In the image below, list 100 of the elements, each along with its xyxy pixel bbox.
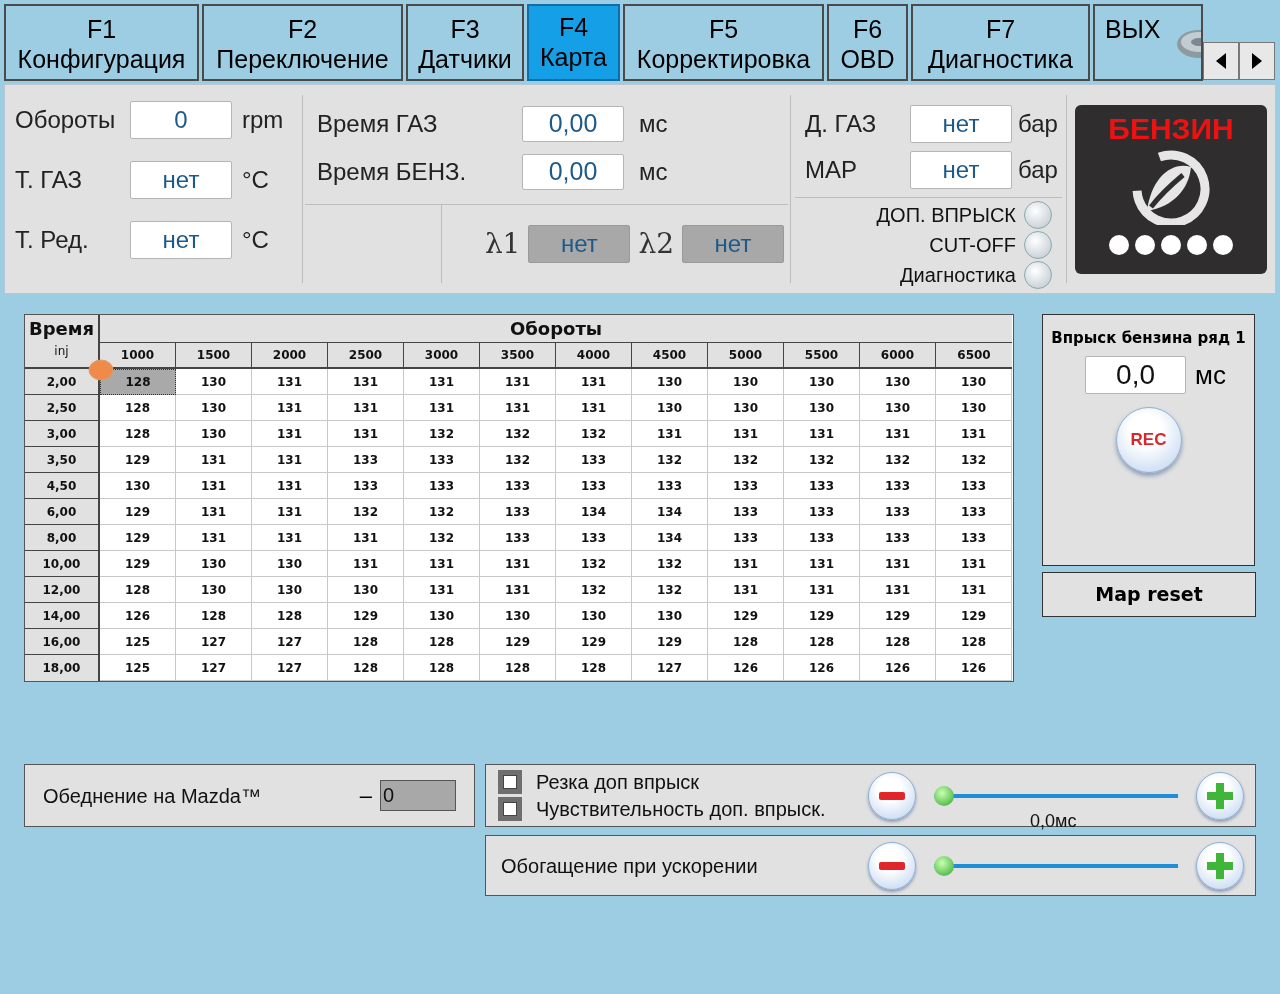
table-cell[interactable]: 133 (708, 525, 784, 551)
table-cell[interactable]: 131 (252, 473, 328, 499)
table-cell[interactable]: 130 (100, 473, 176, 499)
table-cell[interactable]: 131 (556, 369, 632, 395)
table-cell[interactable]: 131 (480, 551, 556, 577)
table-cell[interactable]: 133 (784, 473, 860, 499)
table-cell[interactable]: 130 (784, 369, 860, 395)
increase-button[interactable] (1196, 841, 1244, 890)
table-cell[interactable]: 131 (404, 395, 480, 421)
tab[interactable]: F7 Диагностика (911, 4, 1090, 81)
table-cell[interactable]: 131 (936, 577, 1012, 603)
table-cell[interactable]: 129 (556, 629, 632, 655)
table-cell[interactable]: 125 (100, 655, 176, 681)
table-cell[interactable]: 130 (176, 395, 252, 421)
table-cell[interactable]: 128 (404, 629, 480, 655)
table-cell[interactable]: 130 (404, 603, 480, 629)
table-cell[interactable]: 131 (328, 395, 404, 421)
table-cell[interactable]: 131 (252, 525, 328, 551)
table-cell[interactable]: 133 (860, 499, 936, 525)
table-cell[interactable]: 128 (784, 629, 860, 655)
table-cell[interactable]: 127 (252, 629, 328, 655)
tab[interactable]: F3 Датчики (406, 4, 524, 81)
table-cell[interactable]: 133 (708, 473, 784, 499)
tab[interactable]: F1 Конфигурация (4, 4, 199, 81)
table-cell[interactable]: 133 (480, 525, 556, 551)
table-cell[interactable]: 134 (556, 499, 632, 525)
table-cell[interactable]: 132 (708, 447, 784, 473)
table-cell[interactable]: 126 (860, 655, 936, 681)
table-cell[interactable]: 132 (328, 499, 404, 525)
table-cell[interactable]: 129 (708, 603, 784, 629)
table-cell[interactable]: 130 (632, 603, 708, 629)
table-cell[interactable]: 133 (480, 473, 556, 499)
table-cell[interactable]: 132 (404, 421, 480, 447)
table-cell[interactable]: 133 (556, 525, 632, 551)
table-cell[interactable]: 129 (860, 603, 936, 629)
table-cell[interactable]: 131 (708, 421, 784, 447)
tab[interactable]: F4 Карта (527, 4, 620, 81)
table-cell[interactable]: 128 (556, 655, 632, 681)
table-cell[interactable]: 130 (556, 603, 632, 629)
table-cell[interactable]: 130 (860, 369, 936, 395)
table-cell[interactable]: 126 (784, 655, 860, 681)
table-cell[interactable]: 131 (176, 525, 252, 551)
table-cell[interactable]: 130 (328, 577, 404, 603)
table-cell[interactable]: 131 (328, 551, 404, 577)
table-cell[interactable]: 130 (632, 395, 708, 421)
table-cell[interactable]: 131 (784, 577, 860, 603)
table-cell[interactable]: 131 (784, 551, 860, 577)
scroll-right-button[interactable] (1239, 42, 1275, 80)
table-cell[interactable]: 132 (936, 447, 1012, 473)
table-cell[interactable]: 130 (708, 395, 784, 421)
table-cell[interactable]: 131 (404, 551, 480, 577)
decrease-button[interactable] (868, 841, 916, 890)
table-cell[interactable]: 129 (100, 499, 176, 525)
table-cell[interactable]: 126 (936, 655, 1012, 681)
table-cell[interactable]: 127 (176, 655, 252, 681)
table-cell[interactable]: 130 (252, 577, 328, 603)
table-cell[interactable]: 128 (860, 629, 936, 655)
table-cell[interactable]: 133 (936, 525, 1012, 551)
table-cell[interactable]: 131 (480, 369, 556, 395)
table-cell[interactable]: 131 (252, 369, 328, 395)
table-cell[interactable]: 131 (176, 447, 252, 473)
table-cell[interactable]: 134 (632, 499, 708, 525)
table-cell[interactable]: 131 (252, 499, 328, 525)
table-cell[interactable]: 131 (632, 421, 708, 447)
table-cell[interactable]: 130 (936, 369, 1012, 395)
table-cell[interactable]: 133 (784, 499, 860, 525)
table-cell[interactable]: 129 (480, 629, 556, 655)
table-cell[interactable]: 132 (632, 447, 708, 473)
table-cell[interactable]: 131 (480, 395, 556, 421)
table-cell[interactable]: 125 (100, 629, 176, 655)
scroll-left-button[interactable] (1203, 42, 1239, 80)
table-cell[interactable]: 129 (100, 551, 176, 577)
table-cell[interactable]: 131 (252, 421, 328, 447)
table-cell[interactable]: 131 (404, 577, 480, 603)
table-cell[interactable]: 133 (936, 499, 1012, 525)
table-cell[interactable]: 131 (176, 499, 252, 525)
table-cell[interactable]: 133 (860, 473, 936, 499)
table-cell[interactable]: 132 (556, 577, 632, 603)
increase-button[interactable] (1196, 771, 1244, 820)
table-cell[interactable]: 131 (480, 577, 556, 603)
table-cell[interactable]: 126 (100, 603, 176, 629)
decrease-button[interactable] (868, 771, 916, 820)
table-cell[interactable]: 130 (480, 603, 556, 629)
table-cell[interactable]: 133 (632, 473, 708, 499)
table-cell[interactable]: 129 (936, 603, 1012, 629)
table-cell[interactable]: 131 (404, 369, 480, 395)
table-cell[interactable]: 131 (860, 551, 936, 577)
table-cell[interactable]: 131 (556, 395, 632, 421)
table-cell[interactable]: 132 (480, 447, 556, 473)
table-cell[interactable]: 131 (328, 421, 404, 447)
table-cell[interactable]: 133 (480, 499, 556, 525)
table-cell[interactable]: 128 (328, 655, 404, 681)
table-cell[interactable]: 130 (784, 395, 860, 421)
table-cell[interactable]: 128 (328, 629, 404, 655)
table-cell[interactable]: 128 (404, 655, 480, 681)
table-cell[interactable]: 132 (556, 421, 632, 447)
table-cell[interactable]: 130 (708, 369, 784, 395)
table-cell[interactable]: 134 (632, 525, 708, 551)
table-cell[interactable]: 131 (252, 447, 328, 473)
table-cell[interactable]: 131 (708, 577, 784, 603)
